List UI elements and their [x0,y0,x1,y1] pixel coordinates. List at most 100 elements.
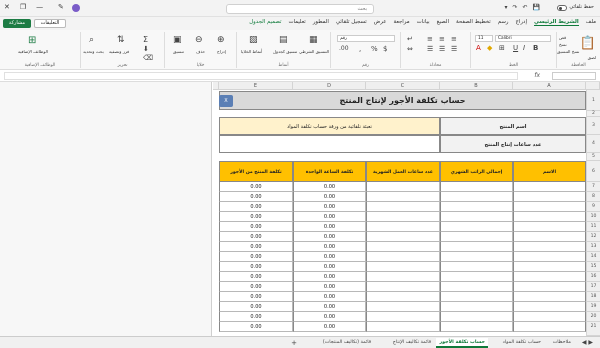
cell-monthly-hours[interactable] [366,232,440,242]
cell-hourly-cost[interactable]: 0.00 [293,242,366,252]
avatar[interactable] [72,4,80,12]
cell-name[interactable] [513,312,586,322]
restore-icon[interactable]: ❐ [20,3,26,11]
currency-icon[interactable]: $ [383,45,387,53]
cell-hourly-cost[interactable]: 0.00 [293,292,366,302]
cell-product-wage-cost[interactable]: 0.00 [219,282,293,292]
cell-monthly-salary[interactable] [440,302,513,312]
header-product-wage-cost[interactable]: تكلفة المنتج من الأجور [219,161,293,182]
function-icon[interactable]: fx [534,72,540,79]
cell-monthly-hours[interactable] [366,272,440,282]
fill-color-icon[interactable]: ◆ [487,44,492,52]
cell-monthly-salary[interactable] [440,242,513,252]
sort-filter-button[interactable]: فرز وتصفية [109,49,129,54]
tab-home[interactable]: الشريط الرئيسي [533,19,579,26]
cell-monthly-salary[interactable] [440,232,513,242]
spreadsheet-grid[interactable]: A B C D E 1 2 3 4 5 6 7 8 9 10 11 12 13 … [213,82,600,336]
cell-name[interactable] [513,232,586,242]
cell-monthly-hours[interactable] [366,182,440,192]
format-cells-icon[interactable]: ▣ [173,35,182,45]
insert-cells-button[interactable]: إدراج [217,49,226,54]
cell-product-wage-cost[interactable]: 0.00 [219,322,293,332]
cell-product-wage-cost[interactable]: 0.00 [219,312,293,322]
decimal-icon[interactable]: .00 [339,45,349,52]
cell-monthly-salary[interactable] [440,312,513,322]
cell-name[interactable] [513,242,586,252]
cell-monthly-salary[interactable] [440,212,513,222]
tab-file[interactable]: ملف [586,19,596,26]
cell-hourly-cost[interactable]: 0.00 [293,322,366,332]
row-header[interactable]: 8 [586,192,600,202]
redo-icon[interactable]: ↷ [512,4,517,11]
share-button[interactable]: مشاركة [3,19,31,28]
cell-hourly-cost[interactable]: 0.00 [293,272,366,282]
cell-monthly-hours[interactable] [366,212,440,222]
add-sheet-icon[interactable]: + [288,338,300,348]
addins-icon[interactable]: ⊞ [28,35,36,46]
cell-hourly-cost[interactable]: 0.00 [293,222,366,232]
align-top-icon[interactable]: ≡ [451,35,457,43]
bold-icon[interactable]: B [533,44,538,52]
cell-name[interactable] [513,212,586,222]
paste-label[interactable]: لصق [588,55,596,60]
font-size-select[interactable]: 11 [475,35,493,42]
cell-product-wage-cost[interactable]: 0.00 [219,232,293,242]
wrap-text-icon[interactable]: ↵ [407,35,413,43]
header-hourly-cost[interactable]: تكلفة الساعة الواحدة [293,161,366,182]
header-monthly-hours[interactable]: عدد ساعات العمل الشهرية [366,161,440,182]
delete-cells-icon[interactable]: ⊖ [195,35,203,45]
cell-monthly-hours[interactable] [366,302,440,312]
cell-product-wage-cost[interactable]: 0.00 [219,262,293,272]
cell-name[interactable] [513,252,586,262]
column-header-b[interactable]: B [440,82,513,90]
minimize-icon[interactable]: — [36,3,43,11]
tab-help[interactable]: تعليمات [288,19,305,26]
row-header[interactable]: 3 [586,117,600,135]
column-header-e[interactable]: E [219,82,293,90]
row-header[interactable]: 11 [586,222,600,232]
cell-hourly-cost[interactable]: 0.00 [293,312,366,322]
number-format-select[interactable]: رقم [337,35,395,42]
cell-monthly-salary[interactable] [440,202,513,212]
production-hours-value[interactable] [219,135,440,153]
cell-monthly-salary[interactable] [440,292,513,302]
cell-product-wage-cost[interactable]: 0.00 [219,212,293,222]
sheet-tab-product-costs[interactable]: قائمة (تكاليف المنتجات) [320,338,374,348]
product-name-label[interactable]: اسم المنتج [440,117,586,135]
cell-monthly-hours[interactable] [366,282,440,292]
format-painter-button[interactable]: نسخ التنسيق [557,49,579,54]
cell-monthly-hours[interactable] [366,322,440,332]
underline-icon[interactable]: U [513,44,518,52]
cell-hourly-cost[interactable]: 0.00 [293,302,366,312]
scroll-tabs-icon[interactable]: ◀ ▶ [579,338,596,348]
cell-hourly-cost[interactable]: 0.00 [293,262,366,272]
tab-draw[interactable]: رسم [498,19,509,26]
cell-name[interactable] [513,262,586,272]
pen-icon[interactable]: ✎ [58,3,64,11]
tab-developer[interactable]: المطور [313,19,329,26]
cut-button[interactable]: قص [559,35,566,40]
format-table-icon[interactable]: ▤ [279,35,288,45]
merge-center-icon[interactable]: ⇔ [407,45,413,53]
cell-monthly-salary[interactable] [440,262,513,272]
cell-monthly-hours[interactable] [366,222,440,232]
row-header[interactable]: 10 [586,212,600,222]
row-header[interactable]: 15 [586,262,600,272]
tab-view[interactable]: عرض [374,19,387,26]
row-header[interactable]: 16 [586,272,600,282]
cell-monthly-salary[interactable] [440,182,513,192]
cell-product-wage-cost[interactable]: 0.00 [219,252,293,262]
cell-product-wage-cost[interactable]: 0.00 [219,242,293,252]
copy-button[interactable]: نسخ [559,42,567,47]
sheet-tab-notes[interactable]: ملاحظات [550,338,574,348]
cell-name[interactable] [513,222,586,232]
autosave-toggle[interactable] [557,5,567,11]
name-box[interactable] [552,72,596,80]
paste-icon[interactable]: 📋 [580,36,596,51]
conditional-formatting-button[interactable]: التنسيق الشرطي [299,49,329,54]
row-header[interactable]: 14 [586,252,600,262]
cell-monthly-salary[interactable] [440,192,513,202]
row-header[interactable]: 4 [586,135,600,153]
sort-filter-icon[interactable]: ⇅ [117,35,125,45]
row-header[interactable]: 21 [586,322,600,336]
